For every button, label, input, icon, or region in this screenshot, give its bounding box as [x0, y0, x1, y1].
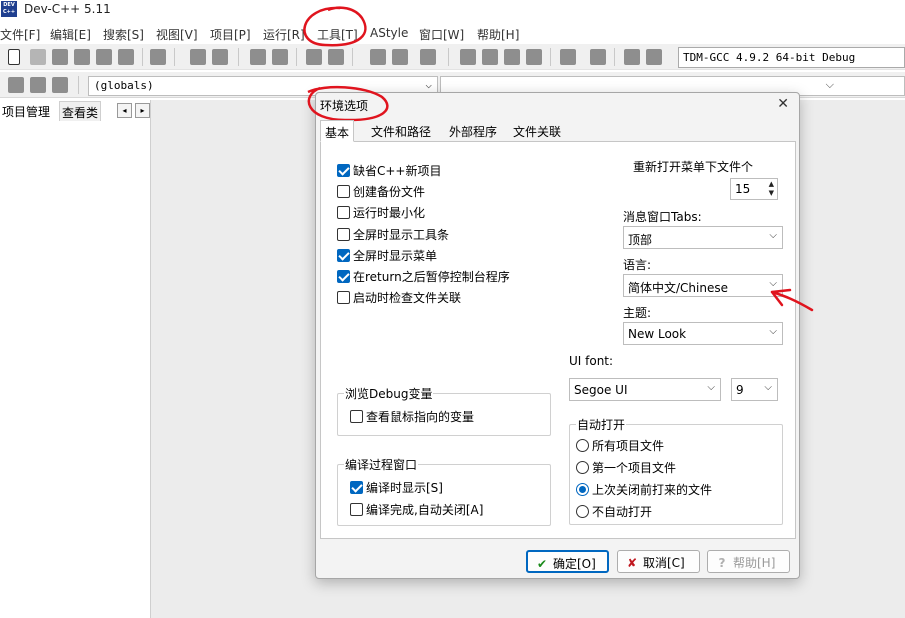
annotation-circle-dialog-title — [307, 85, 389, 122]
tab-general[interactable]: 基本 — [320, 120, 355, 142]
annotation-arrow-language — [770, 288, 814, 312]
red-annotation-overlay — [303, 6, 814, 312]
annotation-circle-tools-menu — [303, 6, 367, 47]
